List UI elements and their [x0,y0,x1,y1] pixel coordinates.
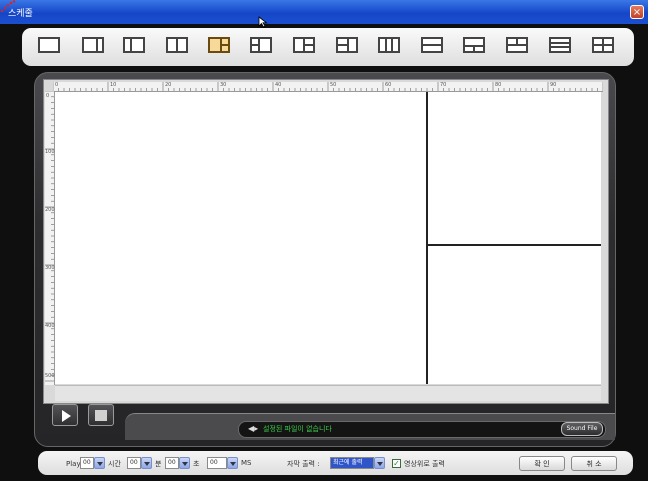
pane-divider-horizontal[interactable] [428,244,601,246]
ms-dropdown-arrow-icon[interactable] [227,457,238,469]
ruler-left-label: 100 [45,149,55,155]
schedule-window: 스케줄 × 0 10 20 30 40 50 60 70 80 90 0 100… [0,0,648,481]
ruler-top-label: 70 [440,82,447,88]
minute-dropdown-arrow-icon[interactable] [141,457,152,469]
layout-split-horizontal-icon[interactable] [421,37,443,53]
layout-quad-icon[interactable] [592,37,614,53]
layout-single-icon[interactable] [38,37,60,53]
layout-split-left-icon[interactable] [123,37,145,53]
ruler-top-label: 0 [55,82,59,88]
hour-select[interactable]: 00 [80,457,94,469]
layout-canvas[interactable] [55,92,601,384]
layout-top-bottom-split-icon[interactable] [463,37,485,53]
ruler-top-label: 80 [495,82,502,88]
layout-split-right-icon[interactable] [82,37,104,53]
second-select[interactable]: 00 [165,457,179,469]
corner-marker-icon [0,0,16,13]
hour-dropdown-arrow-icon[interactable] [94,457,105,469]
ruler-left-label: 400 [45,323,55,329]
ruler-left-label: 200 [45,207,55,213]
mouse-cursor-icon [258,16,268,28]
ruler-left-label: 300 [45,265,55,271]
subtitle-dropdown-arrow-icon[interactable] [374,457,385,469]
ruler-left-label: 500 [45,373,55,379]
ruler-ticks-top [53,82,603,91]
subtitle-output-select[interactable]: 최근에 출력 [330,457,374,469]
ruler-top-label: 40 [275,82,282,88]
ruler-top-label: 60 [385,82,392,88]
cancel-button[interactable]: 취 소 [571,456,617,471]
layout-main-plus-two-icon[interactable] [208,37,230,53]
speaker-icon: ◀▸ [248,424,259,433]
video-overlay-checkbox[interactable]: ✓ [392,459,401,468]
horizontal-ruler: 0 10 20 30 40 50 60 70 80 90 [53,82,603,92]
sound-status-text: 설정된 파일이 없습니다 [263,425,332,433]
layout-left-stack-icon[interactable] [250,37,272,53]
ruler-top-label: 50 [330,82,337,88]
layout-bottom-top-split-icon[interactable] [506,37,528,53]
layout-grid-a-icon[interactable] [293,37,315,53]
title-bar: 스케줄 × [0,0,648,24]
ruler-top-label: 20 [165,82,172,88]
second-dropdown-arrow-icon[interactable] [179,457,190,469]
layout-three-row-icon[interactable] [549,37,571,53]
ruler-left-label: 0 [46,93,50,99]
horizontal-scrollbar[interactable] [55,385,601,401]
video-overlay-label: 영상위로 출력 [404,460,445,468]
minute-label: 분 [155,460,162,468]
sound-file-button[interactable]: Sound File [561,422,603,436]
layout-grid-b-icon[interactable] [336,37,358,53]
ms-label: MS [241,459,252,467]
subtitle-output-label: 자막 출력 : [287,460,320,468]
layout-split-half-icon[interactable] [166,37,188,53]
stop-button[interactable] [88,404,114,426]
stop-icon [95,410,107,421]
layout-three-column-icon[interactable] [378,37,400,53]
hour-label: 시간 [108,460,121,468]
vertical-ruler: 0 100 200 300 400 500 [45,91,55,385]
ruler-top-label: 30 [220,82,227,88]
play-icon [62,410,71,422]
pane-divider-vertical[interactable] [426,92,428,384]
ruler-top-label: 90 [550,82,557,88]
second-label: 초 [193,460,200,468]
layout-selector-bar [22,28,634,66]
close-button[interactable]: × [630,5,644,19]
minute-select[interactable]: 00 [127,457,141,469]
ok-button[interactable]: 확 인 [519,456,565,471]
ruler-ticks-left [45,91,54,382]
ruler-top-label: 10 [110,82,117,88]
ms-select[interactable]: 00 [207,457,227,469]
play-button[interactable] [52,404,78,426]
